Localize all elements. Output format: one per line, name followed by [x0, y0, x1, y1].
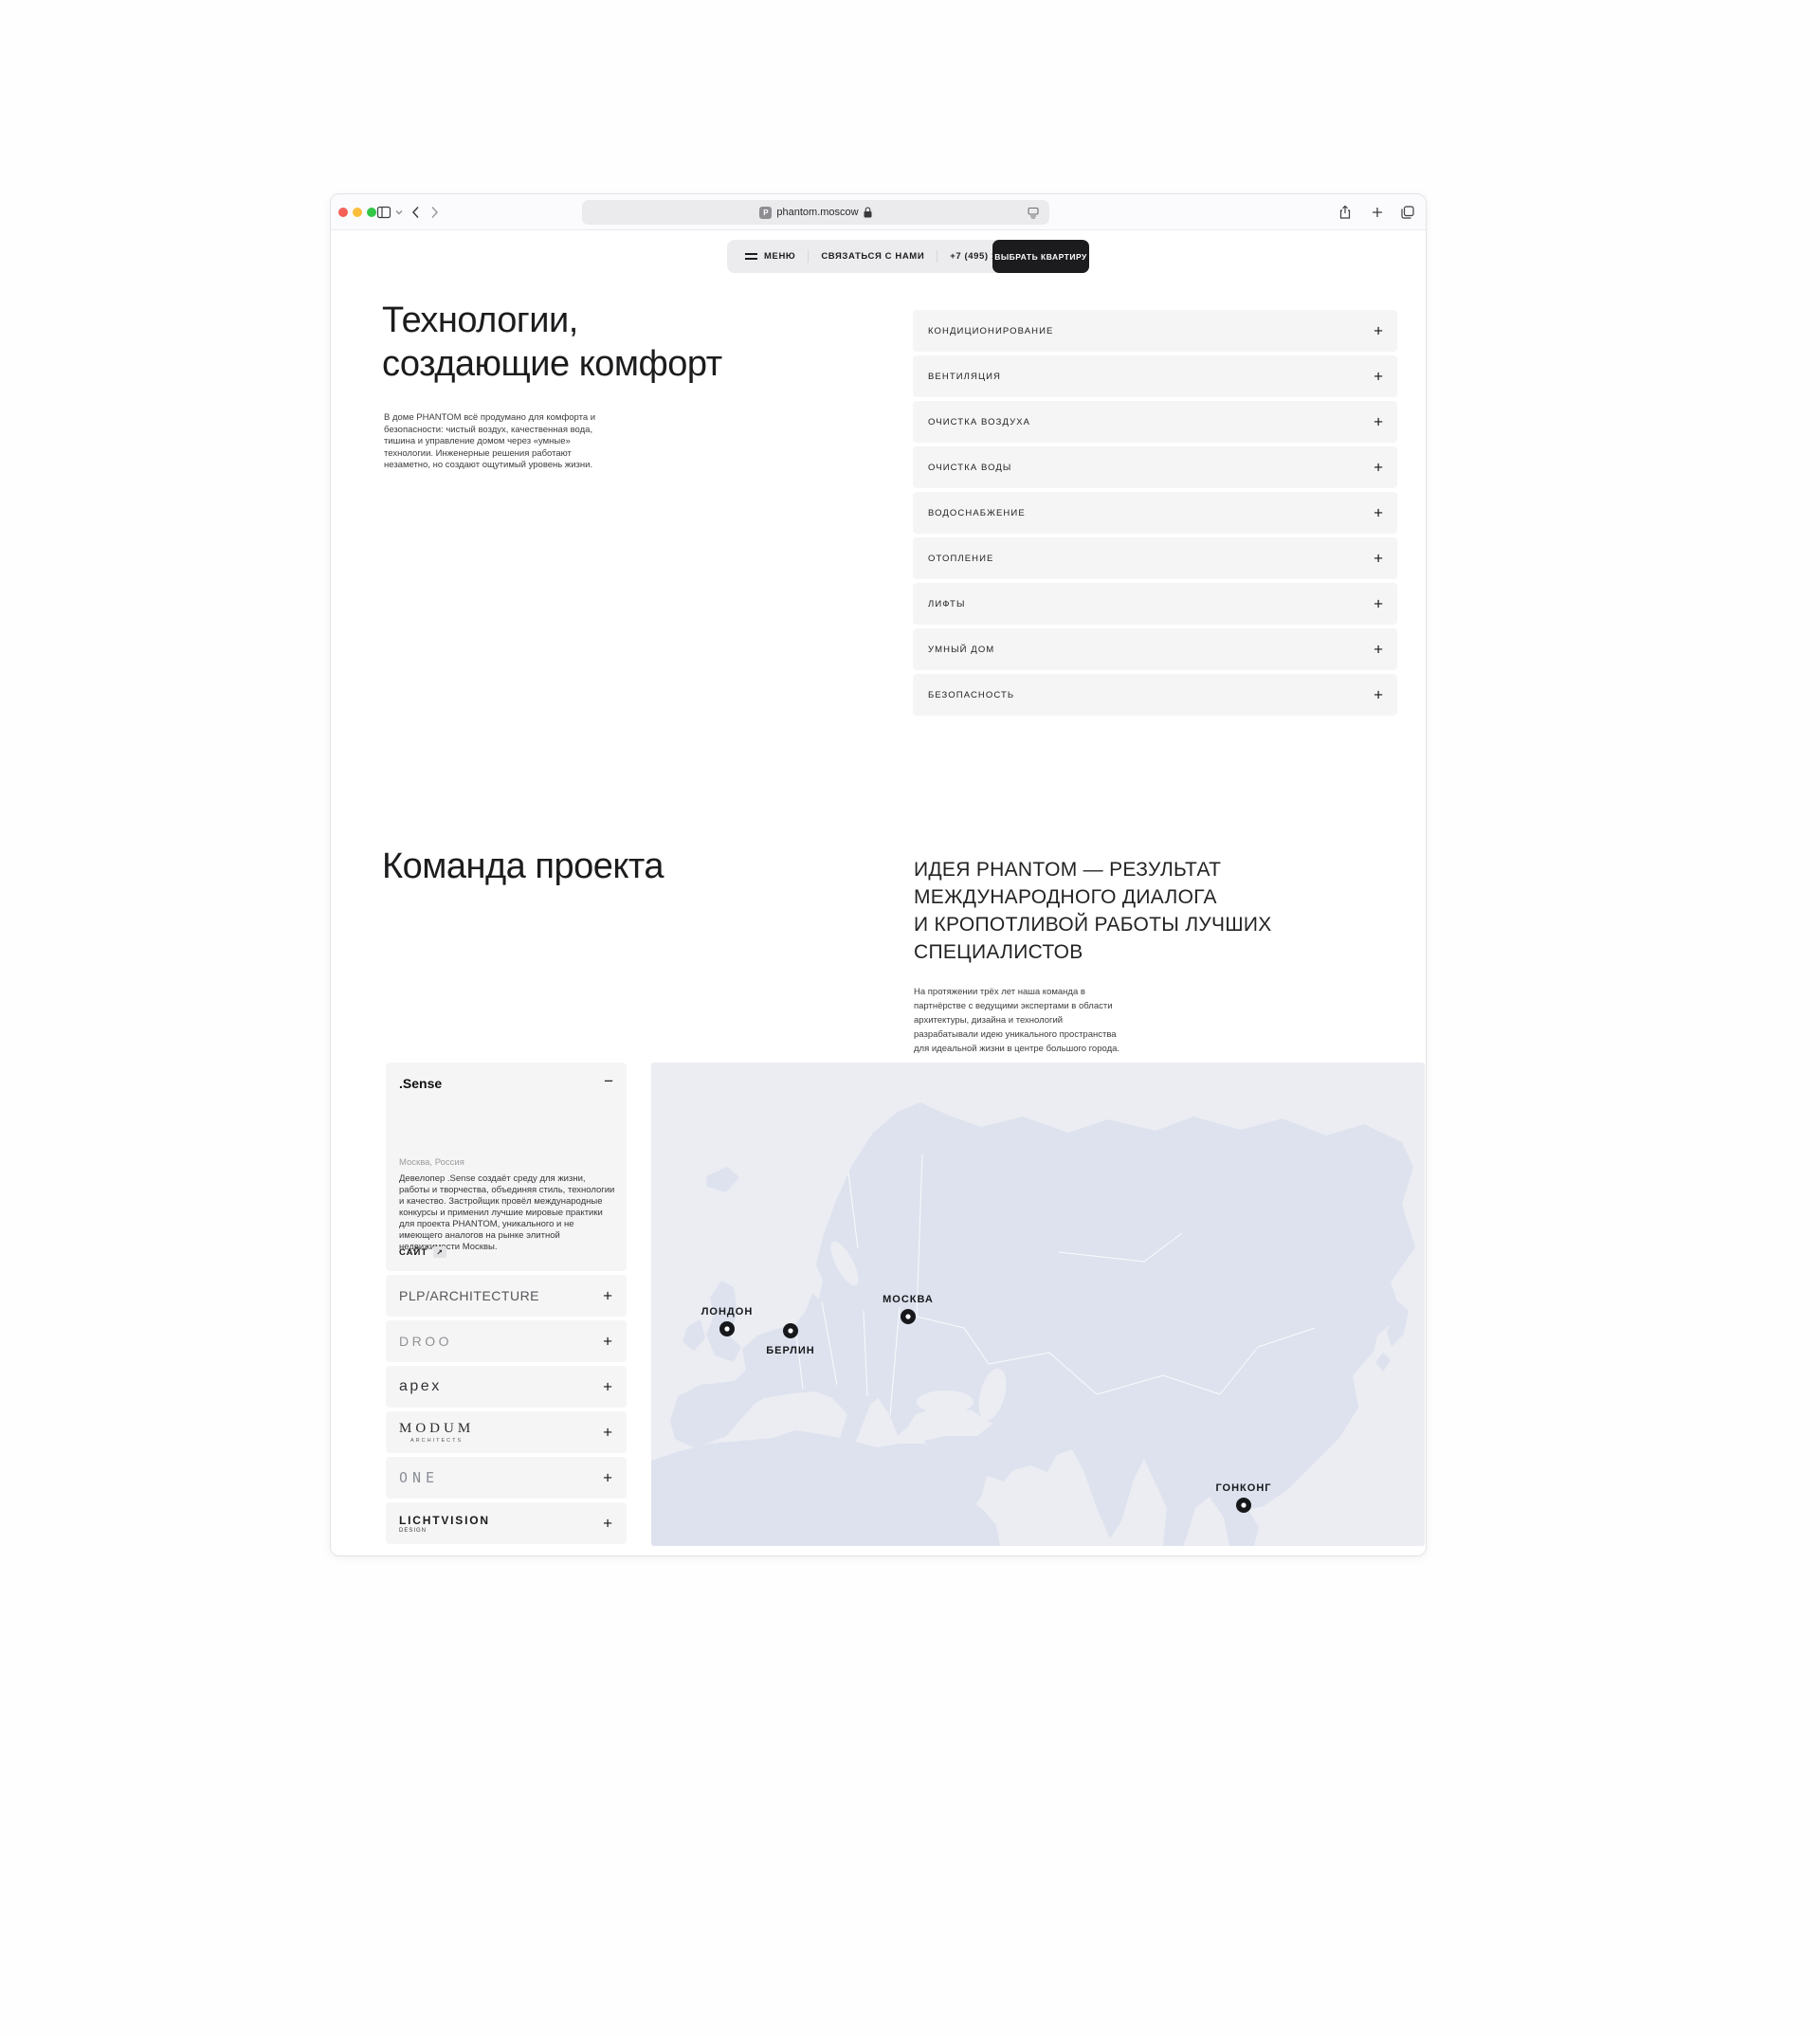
accordion-label: ЛИФТЫ	[928, 599, 965, 609]
plus-icon[interactable]: +	[603, 1470, 612, 1486]
browser-window: P phantom.moscow	[330, 193, 1427, 1556]
plus-icon[interactable]: +	[603, 1425, 612, 1441]
site-link-label: САЙТ	[399, 1247, 428, 1258]
team-subtitle-line: СПЕЦИАЛИСТОВ	[914, 938, 1272, 966]
tech-title-line1: Технологии,	[382, 299, 722, 342]
plus-icon[interactable]: +	[1374, 369, 1383, 385]
accordion-item-ventilation[interactable]: ВЕНТИЛЯЦИЯ +	[913, 355, 1397, 397]
share-icon[interactable]	[1338, 205, 1353, 220]
accordion-item-water-purification[interactable]: ОЧИСТКА ВОДЫ +	[913, 446, 1397, 488]
tab-overview-icon[interactable]	[1400, 205, 1415, 220]
tech-section-title: Технологии, создающие комфорт	[382, 299, 722, 386]
accordion-label: ВОДОСНАБЖЕНИЕ	[928, 508, 1026, 518]
member-logo: DROO	[399, 1334, 452, 1349]
accordion-item-heating[interactable]: ОТОПЛЕНИЕ +	[913, 537, 1397, 579]
member-logo-sub: DESIGN	[399, 1528, 490, 1534]
map-marker-label: БЕРЛИН	[766, 1345, 814, 1356]
plus-icon[interactable]: +	[1374, 414, 1383, 430]
accordion-item-water-supply[interactable]: ВОДОСНАБЖЕНИЕ +	[913, 492, 1397, 534]
map-marker-label: ГОНКОНГ	[1215, 1482, 1271, 1494]
url-text: phantom.moscow	[776, 207, 858, 218]
accordion-label: ВЕНТИЛЯЦИЯ	[928, 372, 1001, 382]
plus-icon[interactable]: +	[1374, 642, 1383, 658]
map-marker-label: МОСКВА	[883, 1294, 934, 1305]
hamburger-icon	[745, 253, 757, 259]
member-row-droo[interactable]: DROO +	[386, 1320, 627, 1362]
team-subtitle-line: ИДЕЯ PHANTOM — РЕЗУЛЬТАТ	[914, 856, 1272, 883]
tech-accordion: КОНДИЦИОНИРОВАНИЕ + ВЕНТИЛЯЦИЯ + ОЧИСТКА…	[913, 310, 1397, 716]
member-logo: LICHTVISION DESIGN	[399, 1514, 490, 1534]
team-map: ЛОНДОН БЕРЛИН МОСКВА ГОНКОНГ	[651, 1063, 1425, 1546]
plus-icon[interactable]: +	[1374, 551, 1383, 567]
plus-icon[interactable]: +	[1374, 596, 1383, 612]
team-description: На протяжении трёх лет наша команда в па…	[914, 985, 1127, 1056]
browser-toolbar: P phantom.moscow	[331, 194, 1426, 230]
site-link[interactable]: САЙТ ↗	[399, 1246, 446, 1258]
chevron-down-icon[interactable]	[394, 208, 404, 217]
page-menu-icon[interactable]	[1027, 206, 1040, 219]
lock-icon	[864, 207, 872, 218]
plus-icon[interactable]: +	[1374, 460, 1383, 476]
accordion-label: ОЧИСТКА ВОДЫ	[928, 463, 1011, 473]
member-logo: MODUM ARCHITECTS	[399, 1421, 474, 1444]
team-subtitle-line: МЕЖДУНАРОДНОГО ДИАЛОГА	[914, 883, 1272, 911]
accordion-item-air-purification[interactable]: ОЧИСТКА ВОЗДУХА +	[913, 401, 1397, 443]
accordion-item-conditioning[interactable]: КОНДИЦИОНИРОВАНИЕ +	[913, 310, 1397, 352]
minimize-window-button[interactable]	[353, 208, 362, 217]
member-card-sense[interactable]: .Sense − Москва, Россия Девелопер .Sense…	[386, 1063, 627, 1271]
member-row-plp[interactable]: PLP/ARCHITECTURE +	[386, 1275, 627, 1317]
accordion-label: УМНЫЙ ДОМ	[928, 645, 994, 655]
zoom-window-button[interactable]	[367, 208, 376, 217]
contact-link[interactable]: СВЯЗАТЬСЯ С НАМИ	[809, 240, 937, 273]
member-row-modum[interactable]: MODUM ARCHITECTS +	[386, 1411, 627, 1453]
choose-apartment-button[interactable]: ВЫБРАТЬ КВАРТИРУ	[992, 240, 1089, 273]
address-bar[interactable]: P phantom.moscow	[582, 200, 1049, 225]
map-marker-label: ЛОНДОН	[701, 1306, 754, 1318]
member-name: .Sense	[399, 1076, 442, 1091]
map-svg: ЛОНДОН БЕРЛИН МОСКВА ГОНКОНГ	[651, 1063, 1425, 1546]
team-section-title: Команда проекта	[382, 845, 664, 888]
sidebar-toggle-icon[interactable]	[376, 205, 391, 220]
member-description: Девелопер .Sense создаёт среду для жизни…	[399, 1173, 615, 1253]
member-location: Москва, Россия	[399, 1157, 464, 1168]
forward-button[interactable]	[427, 205, 442, 220]
accordion-label: ОТОПЛЕНИЕ	[928, 554, 993, 564]
accordion-label: КОНДИЦИОНИРОВАНИЕ	[928, 326, 1053, 336]
plus-icon[interactable]: +	[1374, 505, 1383, 521]
member-logo-sub: ARCHITECTS	[410, 1438, 463, 1444]
tech-section-description: В доме PHANTOM всё продумано для комфорт…	[384, 412, 613, 472]
close-window-button[interactable]	[338, 208, 348, 217]
team-members-list: .Sense − Москва, Россия Девелопер .Sense…	[386, 1063, 627, 1544]
accordion-item-elevators[interactable]: ЛИФТЫ +	[913, 583, 1397, 625]
member-logo: apex	[399, 1378, 442, 1395]
tech-title-line2: создающие комфорт	[382, 342, 722, 386]
menu-label: МЕНЮ	[764, 251, 795, 262]
plus-icon[interactable]: +	[603, 1288, 612, 1304]
plus-icon[interactable]: +	[603, 1516, 612, 1532]
page-content: МЕНЮ СВЯЗАТЬСЯ С НАМИ +7 (495) 109-99-99…	[331, 230, 1426, 1556]
minus-icon[interactable]: −	[604, 1072, 613, 1091]
plus-icon[interactable]: +	[603, 1379, 612, 1395]
site-favicon: P	[759, 207, 772, 219]
member-logo: ONE	[399, 1469, 439, 1486]
new-tab-icon[interactable]	[1370, 205, 1385, 220]
accordion-label: БЕЗОПАСНОСТЬ	[928, 690, 1014, 700]
plus-icon[interactable]: +	[603, 1334, 612, 1350]
team-subtitle: ИДЕЯ PHANTOM — РЕЗУЛЬТАТ МЕЖДУНАРОДНОГО …	[914, 856, 1272, 966]
accordion-item-smart-home[interactable]: УМНЫЙ ДОМ +	[913, 628, 1397, 670]
plus-icon[interactable]: +	[1374, 323, 1383, 339]
external-arrow-icon: ↗	[433, 1246, 446, 1258]
member-row-apex[interactable]: apex +	[386, 1366, 627, 1408]
accordion-label: ОЧИСТКА ВОЗДУХА	[928, 417, 1030, 427]
menu-button[interactable]: МЕНЮ	[733, 240, 808, 273]
team-subtitle-line: И КРОПОТЛИВОЙ РАБОТЫ ЛУЧШИХ	[914, 911, 1272, 938]
member-row-lichtvision[interactable]: LICHTVISION DESIGN +	[386, 1502, 627, 1544]
member-row-one[interactable]: ONE +	[386, 1457, 627, 1499]
desktop: P phantom.moscow	[0, 0, 1820, 2036]
back-button[interactable]	[409, 205, 424, 220]
accordion-item-security[interactable]: БЕЗОПАСНОСТЬ +	[913, 674, 1397, 716]
plus-icon[interactable]: +	[1374, 687, 1383, 703]
member-logo: PLP/ARCHITECTURE	[399, 1288, 539, 1303]
